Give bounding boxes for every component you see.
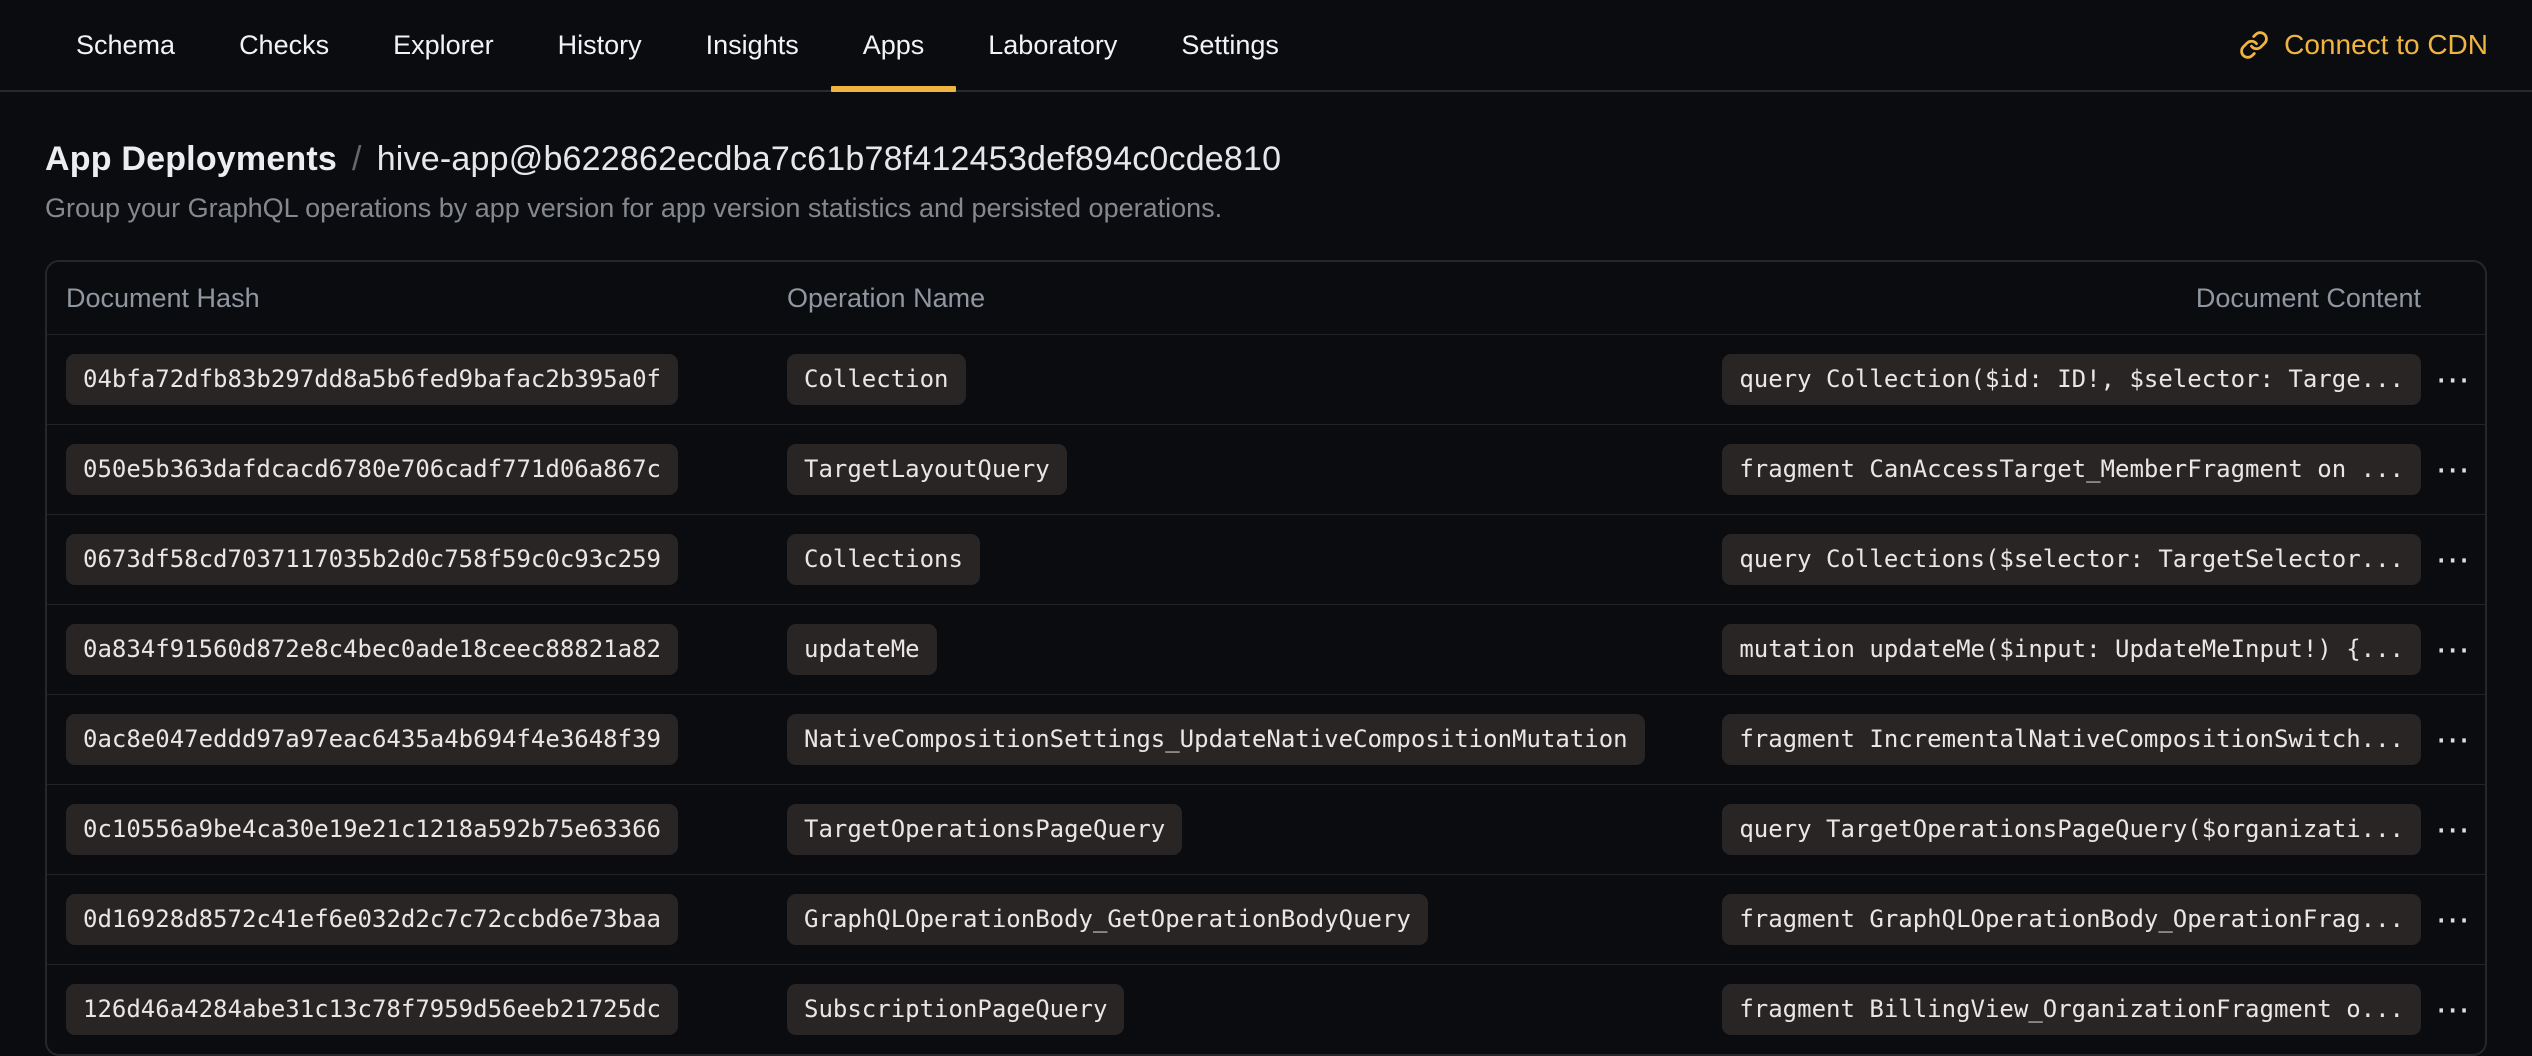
page-title: App Deployments / hive-app@b622862ecdba7c6… (45, 140, 2487, 179)
table-row: 0ac8e047eddd97a97eac6435a4b694f4e3648f39… (47, 694, 2485, 784)
deployments-table: Document Hash Operation Name Document Co… (45, 260, 2487, 1056)
nav-tab-label: Laboratory (988, 30, 1117, 61)
operation-name-chip: Collection (787, 354, 966, 405)
row-more-button[interactable]: ⋯ (2432, 994, 2475, 1026)
nav-tab-settings[interactable]: Settings (1149, 0, 1311, 90)
table-row: 0d16928d8572c41ef6e032d2c7c72ccbd6e73baa… (47, 874, 2485, 964)
row-more-button[interactable]: ⋯ (2432, 634, 2475, 666)
nav-tab-label: Settings (1181, 30, 1279, 61)
document-content-chip: fragment CanAccessTarget_MemberFragment … (1722, 444, 2421, 495)
document-content-chip: query Collection($id: ID!, $selector: Ta… (1722, 354, 2421, 405)
document-content-chip: fragment IncrementalNativeCompositionSwi… (1722, 714, 2421, 765)
connect-to-cdn-button[interactable]: Connect to CDN (2239, 0, 2488, 90)
document-content-chip: fragment GraphQLOperationBody_OperationF… (1722, 894, 2421, 945)
nav-tabs: Schema Checks Explorer History Insights … (44, 0, 1311, 90)
breadcrumb-current-version: hive-app@b622862ecdba7c61b78f412453def89… (377, 140, 1282, 178)
app-deployment-page: App Deployments / hive-app@b622862ecdba7c6… (0, 140, 2532, 1056)
nav-tab-label: Explorer (393, 30, 494, 61)
operation-name-chip: NativeCompositionSettings_UpdateNativeCo… (787, 714, 1645, 765)
table-row: 04bfa72dfb83b297dd8a5b6fed9bafac2b395a0f… (47, 334, 2485, 424)
operation-name-chip: updateMe (787, 624, 937, 675)
document-hash-chip: 0d16928d8572c41ef6e032d2c7c72ccbd6e73baa (66, 894, 678, 945)
nav-tab-label: History (558, 30, 642, 61)
table-row: 0c10556a9be4ca30e19e21c1218a592b75e63366… (47, 784, 2485, 874)
document-content-chip: query TargetOperationsPageQuery($organiz… (1722, 804, 2421, 855)
operation-name-chip: TargetOperationsPageQuery (787, 804, 1182, 855)
operation-name-chip: TargetLayoutQuery (787, 444, 1067, 495)
nav-tab-insights[interactable]: Insights (674, 0, 831, 90)
document-hash-chip: 0c10556a9be4ca30e19e21c1218a592b75e63366 (66, 804, 678, 855)
document-hash-chip: 0a834f91560d872e8c4bec0ade18ceec88821a82 (66, 624, 678, 675)
table-row: 126d46a4284abe31c13c78f7959d56eeb21725dc… (47, 964, 2485, 1054)
operation-name-chip: SubscriptionPageQuery (787, 984, 1124, 1035)
table-header-row: Document Hash Operation Name Document Co… (47, 262, 2485, 334)
operation-name-chip: Collections (787, 534, 980, 585)
nav-tab-laboratory[interactable]: Laboratory (956, 0, 1149, 90)
connect-to-cdn-label: Connect to CDN (2284, 29, 2488, 61)
column-header-document-hash: Document Hash (66, 283, 787, 314)
document-hash-chip: 126d46a4284abe31c13c78f7959d56eeb21725dc (66, 984, 678, 1035)
document-hash-chip: 050e5b363dafdcacd6780e706cadf771d06a867c (66, 444, 678, 495)
column-header-operation-name: Operation Name (787, 283, 2196, 314)
column-header-document-content: Document Content (2196, 283, 2421, 314)
document-hash-chip: 0ac8e047eddd97a97eac6435a4b694f4e3648f39 (66, 714, 678, 765)
row-more-button[interactable]: ⋯ (2432, 364, 2475, 396)
table-row: 0673df58cd7037117035b2d0c758f59c0c93c259… (47, 514, 2485, 604)
nav-tab-apps[interactable]: Apps (831, 0, 957, 90)
nav-tab-label: Checks (239, 30, 329, 61)
row-more-button[interactable]: ⋯ (2432, 814, 2475, 846)
nav-tab-schema[interactable]: Schema (44, 0, 207, 90)
nav-tab-label: Apps (863, 30, 925, 61)
nav-tab-label: Insights (706, 30, 799, 61)
nav-tab-explorer[interactable]: Explorer (361, 0, 526, 90)
top-nav: Schema Checks Explorer History Insights … (0, 0, 2532, 92)
table-row: 050e5b363dafdcacd6780e706cadf771d06a867c… (47, 424, 2485, 514)
nav-tab-history[interactable]: History (526, 0, 674, 90)
document-content-chip: query Collections($selector: TargetSelec… (1722, 534, 2421, 585)
row-more-button[interactable]: ⋯ (2432, 724, 2475, 756)
nav-tab-checks[interactable]: Checks (207, 0, 361, 90)
table-body: 04bfa72dfb83b297dd8a5b6fed9bafac2b395a0f… (47, 334, 2485, 1054)
document-hash-chip: 04bfa72dfb83b297dd8a5b6fed9bafac2b395a0f (66, 354, 678, 405)
breadcrumb-separator: / (352, 140, 362, 178)
nav-tab-label: Schema (76, 30, 175, 61)
row-more-button[interactable]: ⋯ (2432, 544, 2475, 576)
row-more-button[interactable]: ⋯ (2432, 904, 2475, 936)
breadcrumb-app-deployments[interactable]: App Deployments (45, 140, 337, 178)
page-subtitle: Group your GraphQL operations by app ver… (45, 193, 2487, 224)
table-row: 0a834f91560d872e8c4bec0ade18ceec88821a82… (47, 604, 2485, 694)
document-hash-chip: 0673df58cd7037117035b2d0c758f59c0c93c259 (66, 534, 678, 585)
link-icon (2239, 30, 2269, 60)
document-content-chip: fragment BillingView_OrganizationFragmen… (1722, 984, 2421, 1035)
operation-name-chip: GraphQLOperationBody_GetOperationBodyQue… (787, 894, 1428, 945)
row-more-button[interactable]: ⋯ (2432, 454, 2475, 486)
document-content-chip: mutation updateMe($input: UpdateMeInput!… (1722, 624, 2421, 675)
